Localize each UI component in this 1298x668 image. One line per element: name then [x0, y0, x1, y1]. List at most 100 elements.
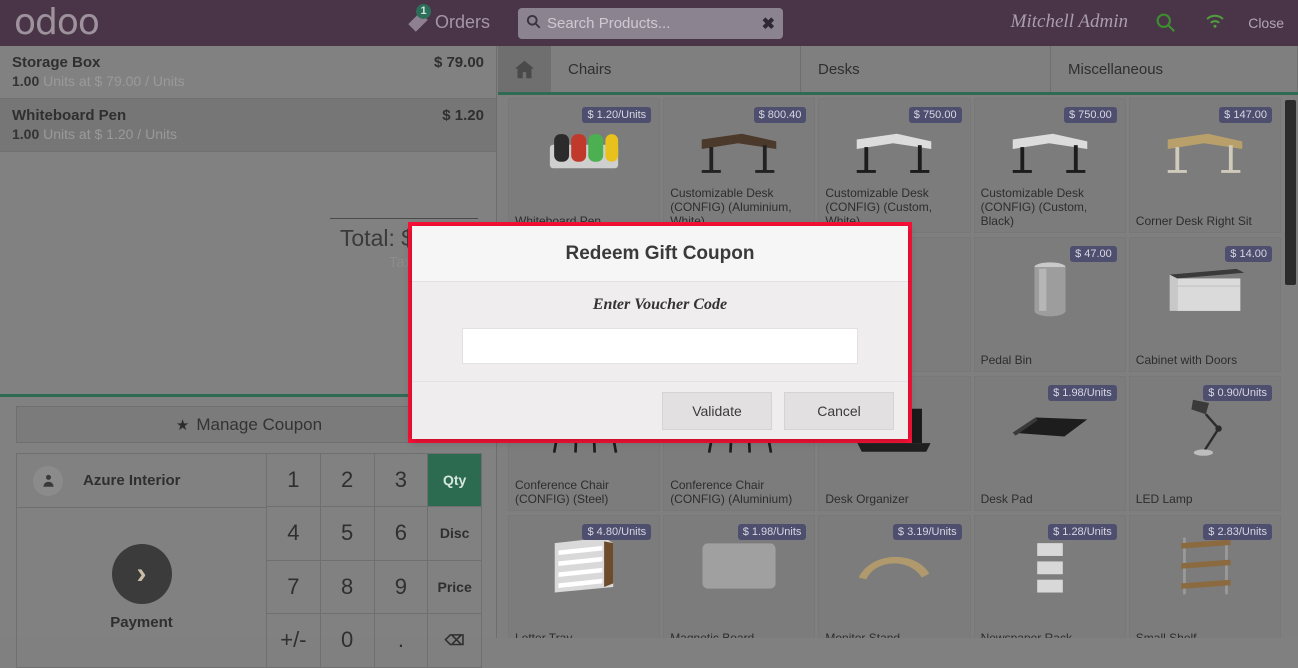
customer-name: Azure Interior	[83, 472, 181, 489]
product-card[interactable]: $ 2.83/UnitsSmall Shelf	[1129, 515, 1281, 638]
product-card[interactable]: $ 0.90/UnitsLED Lamp	[1129, 376, 1281, 511]
product-scrollbar[interactable]	[1283, 98, 1298, 638]
product-card[interactable]: $ 1.28/Units Newspaper Rack	[974, 515, 1126, 638]
category-label: Desks	[818, 61, 860, 78]
order-line-qty: 1.00	[12, 73, 39, 89]
wifi-icon[interactable]	[1204, 12, 1226, 36]
numpad-key-qty[interactable]: Qty	[427, 454, 481, 507]
dialog-header: Redeem Gift Coupon	[412, 226, 908, 282]
numpad-key-[interactable]: ⌫	[427, 614, 481, 667]
product-card[interactable]: $ 1.98/Units Desk Pad	[974, 376, 1126, 511]
order-line-detail: 1.00 Units at $ 1.20 / Units	[12, 126, 484, 142]
search-box[interactable]: Search Products... ✖	[518, 8, 783, 39]
product-name: Customizable Desk (CONFIG) (Custom, Blac…	[981, 186, 1119, 228]
product-card[interactable]: $ 1.98/Units Magnetic Board	[663, 515, 815, 638]
numpad-key-7[interactable]: 7	[266, 561, 320, 614]
product-price-tag: $ 1.20/Units	[582, 107, 651, 123]
product-card[interactable]: $ 4.80/Units Letter Tray	[508, 515, 660, 638]
search-input[interactable]: Search Products...	[547, 15, 762, 32]
voucher-code-label: Enter Voucher Code	[462, 296, 858, 314]
cancel-button[interactable]: Cancel	[784, 392, 894, 430]
product-name: Conference Chair (CONFIG) (Steel)	[515, 478, 653, 506]
product-price-tag: $ 1.98/Units	[1048, 385, 1117, 401]
product-price-tag: $ 750.00	[909, 107, 962, 123]
person-icon	[33, 466, 63, 496]
category-bar: Chairs Desks Miscellaneous	[498, 46, 1298, 95]
numpad-key-6[interactable]: 6	[374, 507, 428, 560]
product-card[interactable]: $ 147.00 Corner Desk Right Sit	[1129, 98, 1281, 233]
dialog-footer: Validate Cancel	[412, 381, 908, 439]
numpad-key-9[interactable]: 9	[374, 561, 428, 614]
order-total: Total: $ 80.20	[0, 225, 478, 252]
order-line-name: Whiteboard Pen	[12, 107, 126, 124]
order-line-name: Storage Box	[12, 54, 100, 71]
numpad-key-[interactable]: +/-	[266, 614, 320, 667]
payment-button[interactable]: › Payment	[17, 508, 266, 667]
product-price-tag: $ 4.80/Units	[582, 524, 651, 540]
product-card[interactable]: $ 800.40Customizable Desk (CONFIG) (Alum…	[663, 98, 815, 233]
validate-button[interactable]: Validate	[662, 392, 772, 430]
header-search-icon[interactable]	[1155, 12, 1176, 39]
dialog-body: Enter Voucher Code	[412, 282, 908, 381]
product-name: Cabinet with Doors	[1136, 353, 1274, 367]
manage-coupon-label: Manage Coupon	[196, 415, 322, 435]
product-card[interactable]: $ 3.19/UnitsMonitor Stand	[818, 515, 970, 638]
numpad-key-disc[interactable]: Disc	[427, 507, 481, 560]
order-line[interactable]: Whiteboard Pen $ 1.20 1.00 Units at $ 1.…	[0, 99, 496, 152]
set-customer-button[interactable]: Azure Interior	[17, 454, 266, 508]
modal-highlight-border: Redeem Gift Coupon Enter Voucher Code Va…	[408, 222, 912, 443]
product-price-tag: $ 2.83/Units	[1203, 524, 1272, 540]
product-card[interactable]: $ 750.00Customizable Desk (CONFIG) (Cust…	[818, 98, 970, 233]
product-price-tag: $ 0.90/Units	[1203, 385, 1272, 401]
product-price-tag: $ 14.00	[1225, 246, 1272, 262]
odoo-logo[interactable]: odoo	[14, 5, 99, 41]
payment-label: Payment	[110, 614, 173, 631]
orders-label: Orders	[435, 12, 490, 33]
product-price-tag: $ 1.28/Units	[1048, 524, 1117, 540]
category-label: Miscellaneous	[1068, 61, 1163, 78]
scrollbar-thumb[interactable]	[1285, 100, 1296, 285]
order-line[interactable]: Storage Box $ 79.00 1.00 Units at $ 79.0…	[0, 46, 496, 99]
order-line-qty: 1.00	[12, 126, 39, 142]
chevron-right-icon: ›	[112, 544, 172, 604]
orders-button[interactable]: 1 Orders	[405, 9, 490, 35]
numpad-key-3[interactable]: 3	[374, 454, 428, 507]
order-taxes: Taxes: $ 0.00	[0, 254, 478, 271]
numpad-key-0[interactable]: 0	[320, 614, 374, 667]
product-name: Desk Pad	[981, 492, 1119, 506]
numpad: 123Qty 456Disc 789Price +/-0.⌫	[266, 454, 481, 667]
product-card[interactable]: $ 750.00Customizable Desk (CONFIG) (Cust…	[974, 98, 1126, 233]
product-price-tag: $ 147.00	[1219, 107, 1272, 123]
category-tab-miscellaneous[interactable]: Miscellaneous	[1051, 46, 1298, 92]
product-name: Magnetic Board	[670, 631, 808, 638]
action-pad: Azure Interior › Payment	[17, 454, 266, 667]
product-card[interactable]: $ 14.00 Cabinet with Doors	[1129, 237, 1281, 372]
numpad-key-8[interactable]: 8	[320, 561, 374, 614]
order-line-price: $ 79.00	[434, 54, 484, 71]
product-name: Corner Desk Right Sit	[1136, 214, 1274, 228]
product-name: Desk Organizer	[825, 492, 963, 506]
category-tab-desks[interactable]: Desks	[801, 46, 1051, 92]
numpad-key-[interactable]: .	[374, 614, 428, 667]
numpad-key-2[interactable]: 2	[320, 454, 374, 507]
product-name: Pedal Bin	[981, 353, 1119, 367]
top-bar: odoo 1 Orders Search Products... ✖ Mitch…	[0, 0, 1298, 46]
product-card[interactable]: $ 1.20/UnitsWhiteboard Pen	[508, 98, 660, 233]
close-button[interactable]: Close	[1248, 15, 1284, 31]
category-tab-chairs[interactable]: Chairs	[551, 46, 801, 92]
numpad-key-4[interactable]: 4	[266, 507, 320, 560]
voucher-code-input[interactable]	[462, 328, 858, 364]
numpad-key-5[interactable]: 5	[320, 507, 374, 560]
product-name: Letter Tray	[515, 631, 653, 638]
product-name: Newspaper Rack	[981, 631, 1119, 638]
numpad-key-price[interactable]: Price	[427, 561, 481, 614]
product-name: Conference Chair (CONFIG) (Aluminium)	[670, 478, 808, 506]
product-card[interactable]: $ 47.00Pedal Bin	[974, 237, 1126, 372]
home-icon[interactable]	[498, 46, 551, 92]
close-icon[interactable]: ✖	[762, 14, 775, 34]
category-label: Chairs	[568, 61, 611, 78]
search-icon	[526, 14, 541, 33]
numpad-key-1[interactable]: 1	[266, 454, 320, 507]
star-icon: ★	[176, 416, 189, 434]
product-price-tag: $ 1.98/Units	[738, 524, 807, 540]
